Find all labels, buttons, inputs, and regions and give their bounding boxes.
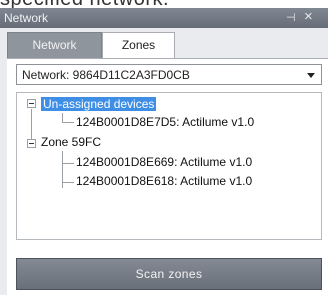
collapse-icon[interactable] [27,99,36,108]
tree-node-unassigned[interactable]: Un-assigned devices [41,97,157,111]
page-caption-fragment: specified network. [0,0,328,8]
tab-network[interactable]: Network [7,32,102,58]
caption-text: specified network. [0,0,169,8]
pin-icon[interactable]: ⊣ [286,11,296,24]
scan-zones-button[interactable]: Scan zones [16,258,322,290]
network-panel: specified network. Network ⊣ × Network Z… [0,0,328,296]
tab-zones[interactable]: Zones [102,32,175,60]
tree-node-device[interactable]: 124B0001D8E618: Actilume v1.0 [76,174,252,188]
tree-connector [31,109,32,139]
panel-titlebar[interactable]: Network ⊣ × [0,8,328,28]
collapse-icon[interactable] [27,139,36,148]
tree-connector [62,122,74,123]
tree-connector [62,182,74,183]
zone-tree[interactable]: Un-assigned devices 124B0001D8E7D5: Acti… [16,92,322,240]
tree-node-device[interactable]: 124B0001D8E669: Actilume v1.0 [76,155,252,169]
panel-title: Network [4,11,49,25]
network-select-value: Network: 9864D11C2A3FD0CB [22,68,190,82]
close-icon[interactable]: × [304,9,313,25]
chevron-down-icon[interactable] [307,73,315,78]
tree-node-device[interactable]: 124B0001D8E7D5: Actilume v1.0 [76,115,254,129]
tree-connector [62,163,74,164]
tree-node-zone[interactable]: Zone 59FC [41,135,101,149]
network-select[interactable]: Network: 9864D11C2A3FD0CB [16,64,322,85]
